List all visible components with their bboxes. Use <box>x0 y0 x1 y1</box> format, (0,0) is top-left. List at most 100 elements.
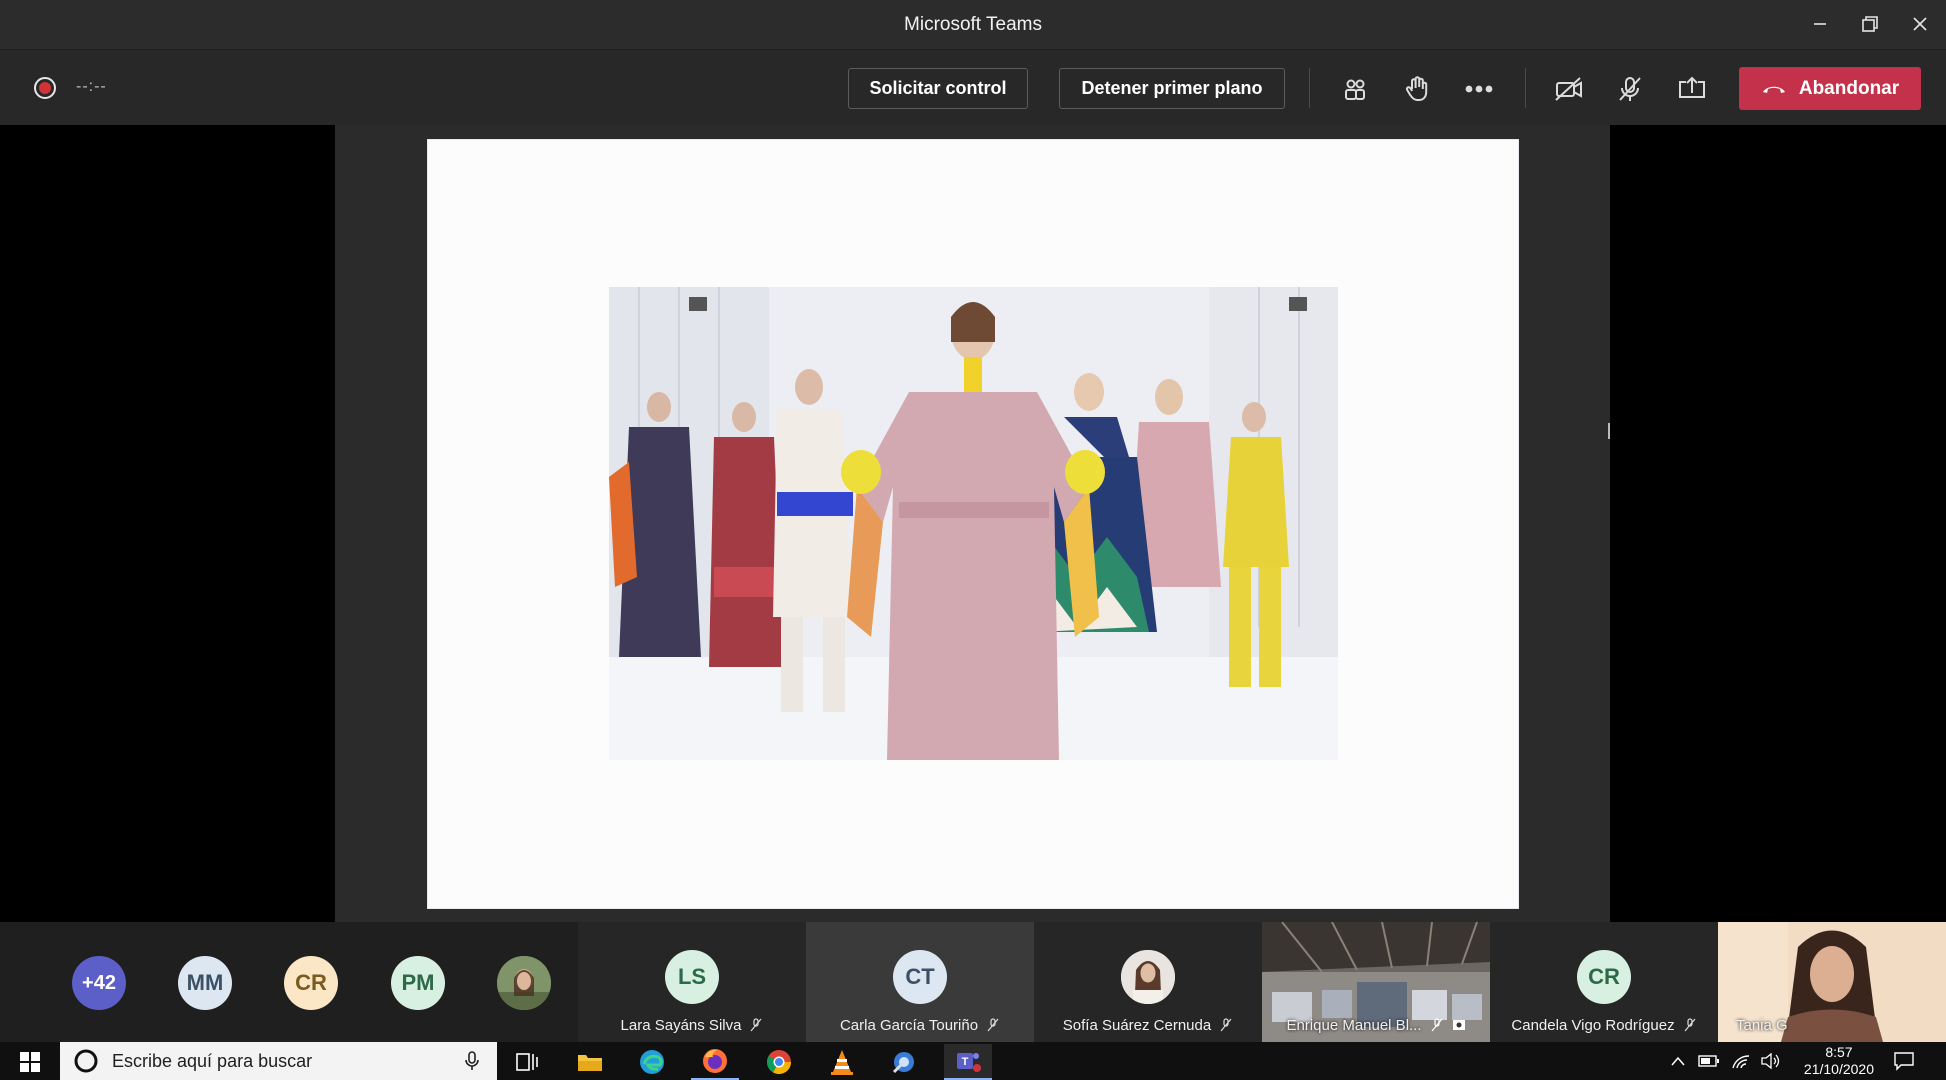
participant-name-row: Lara Sayáns Silva <box>578 1017 806 1034</box>
participant-video-tile[interactable]: Enrique Manuel Bl... <box>1262 922 1490 1042</box>
participant-avatar: CR <box>1577 950 1631 1004</box>
recording-indicator-icon <box>34 77 56 99</box>
task-view-button[interactable] <box>503 1044 551 1080</box>
people-icon <box>1345 79 1365 100</box>
tool-app[interactable] <box>880 1044 928 1080</box>
text-cursor <box>1608 423 1610 439</box>
microphone-icon[interactable] <box>463 1050 481 1072</box>
notifications-icon[interactable] <box>1893 1051 1915 1071</box>
fashion-runway-photo <box>609 287 1338 760</box>
camera-toggle-button[interactable] <box>1549 70 1589 108</box>
mic-off-icon <box>750 1018 762 1032</box>
toolbar-divider <box>1309 68 1310 108</box>
camera-off-icon <box>1555 77 1582 101</box>
participant-name: Candela Vigo Rodríguez <box>1511 1017 1675 1034</box>
participant-avatar[interactable]: PM <box>391 956 445 1010</box>
raise-hand-button[interactable] <box>1397 70 1437 108</box>
participant-name: Tania G <box>1736 1017 1788 1034</box>
participant-name-row: Enrique Manuel Bl... <box>1262 1017 1490 1034</box>
firefox-icon <box>703 1049 727 1073</box>
participant-name: Lara Sayáns Silva <box>620 1017 742 1034</box>
toolbar-divider <box>1525 68 1526 108</box>
chevron-up-icon[interactable] <box>1670 1055 1686 1067</box>
request-control-button[interactable]: Solicitar control <box>848 68 1028 109</box>
search-placeholder: Escribe aquí para buscar <box>112 1050 313 1071</box>
settings-tool-icon <box>892 1052 914 1074</box>
mic-off-icon <box>1220 1018 1232 1032</box>
vlc-app[interactable] <box>818 1044 866 1080</box>
leave-call-button[interactable]: Abandonar <box>1739 67 1921 110</box>
firefox-app[interactable] <box>691 1044 739 1080</box>
taskbar-clock[interactable]: 8:57 21/10/2020 <box>1804 1044 1874 1078</box>
participant-video-tile[interactable]: Tania G <box>1718 922 1946 1042</box>
pinned-icon <box>1452 1020 1465 1030</box>
close-icon <box>1913 17 1927 31</box>
restore-button[interactable] <box>1845 0 1895 48</box>
mic-off-icon <box>1431 1018 1442 1032</box>
participant-name-row: Candela Vigo Rodríguez <box>1490 1017 1718 1034</box>
participant-name: Sofía Suárez Cernuda <box>1062 1017 1212 1034</box>
task-view-icon <box>516 1053 538 1071</box>
participant-avatar[interactable]: CR <box>284 956 338 1010</box>
hand-icon <box>1405 76 1428 101</box>
participant-tile[interactable]: CT Carla García Touriño <box>806 922 1034 1042</box>
vlc-cone-icon <box>831 1050 853 1075</box>
svg-text:T: T <box>962 1056 969 1068</box>
window-title: Microsoft Teams <box>904 14 1042 35</box>
share-tray-icon <box>1679 76 1705 98</box>
meeting-toolbar: --:-- Solicitar control Detener primer p… <box>0 50 1946 125</box>
mic-off-icon <box>1619 77 1641 101</box>
participant-avatar: CT <box>893 950 947 1004</box>
meeting-timer: --:-- <box>76 78 107 95</box>
teams-app[interactable]: T <box>944 1044 992 1080</box>
participant-avatar[interactable]: MM <box>178 956 232 1010</box>
volume-icon[interactable] <box>1760 1052 1782 1070</box>
minimize-button[interactable] <box>1795 0 1845 48</box>
hang-up-icon <box>1762 86 1785 93</box>
participant-tile[interactable]: CR Candela Vigo Rodríguez <box>1490 922 1718 1042</box>
participant-name-row: Carla García Touriño <box>806 1017 1034 1034</box>
stop-spotlight-button[interactable]: Detener primer plano <box>1059 68 1285 109</box>
ellipsis-icon <box>1465 85 1493 93</box>
title-bar: Microsoft Teams <box>0 0 1946 50</box>
stage-left-margin <box>0 125 335 922</box>
leave-call-label: Abandonar <box>1798 77 1900 99</box>
participant-tile[interactable]: LS Lara Sayáns Silva <box>578 922 806 1042</box>
participant-tile[interactable]: Sofía Suárez Cernuda <box>1034 922 1262 1042</box>
folder-icon <box>578 1055 602 1071</box>
chrome-app[interactable] <box>755 1044 803 1080</box>
restore-icon <box>1862 16 1878 32</box>
participant-name-row: Sofía Suárez Cernuda <box>1034 1017 1262 1034</box>
participant-name: Enrique Manuel Bl... <box>1286 1017 1422 1034</box>
chrome-icon <box>766 1050 791 1075</box>
edge-app[interactable] <box>628 1044 676 1080</box>
stage-right-margin <box>1610 125 1946 922</box>
start-button[interactable] <box>6 1044 54 1080</box>
edge-icon <box>640 1050 664 1074</box>
minimize-icon <box>1814 23 1826 25</box>
more-actions-button[interactable] <box>1459 70 1499 108</box>
participant-photo-avatar[interactable] <box>497 956 551 1010</box>
participant-photo-avatar <box>1121 950 1175 1004</box>
participant-name: Carla García Touriño <box>839 1017 979 1034</box>
person-photo <box>1121 950 1175 1004</box>
cortana-icon <box>74 1049 98 1073</box>
mic-off-icon <box>987 1018 999 1032</box>
mic-off-icon <box>1684 1018 1696 1032</box>
file-explorer-app[interactable] <box>566 1044 614 1080</box>
close-button[interactable] <box>1895 0 1945 48</box>
clock-date: 21/10/2020 <box>1803 1061 1874 1077</box>
battery-icon[interactable] <box>1698 1054 1720 1068</box>
wifi-icon[interactable] <box>1731 1052 1751 1070</box>
microphone-toggle-button[interactable] <box>1610 70 1650 108</box>
participant-strip: +42 MM CR PM LS Lara Sayáns Silva CT Car… <box>0 922 1946 1042</box>
participants-button[interactable] <box>1335 70 1375 108</box>
taskbar-search-box[interactable]: Escribe aquí para buscar <box>60 1042 497 1080</box>
share-screen-button[interactable] <box>1672 70 1712 108</box>
windows-logo-icon <box>20 1052 40 1072</box>
windows-taskbar: Escribe aquí para buscar T 8:57 21/10/20… <box>0 1042 1946 1080</box>
more-participants-button[interactable]: +42 <box>72 956 126 1010</box>
participant-avatar: LS <box>665 950 719 1004</box>
teams-icon: T <box>957 1053 981 1072</box>
person-photo <box>497 956 551 1010</box>
